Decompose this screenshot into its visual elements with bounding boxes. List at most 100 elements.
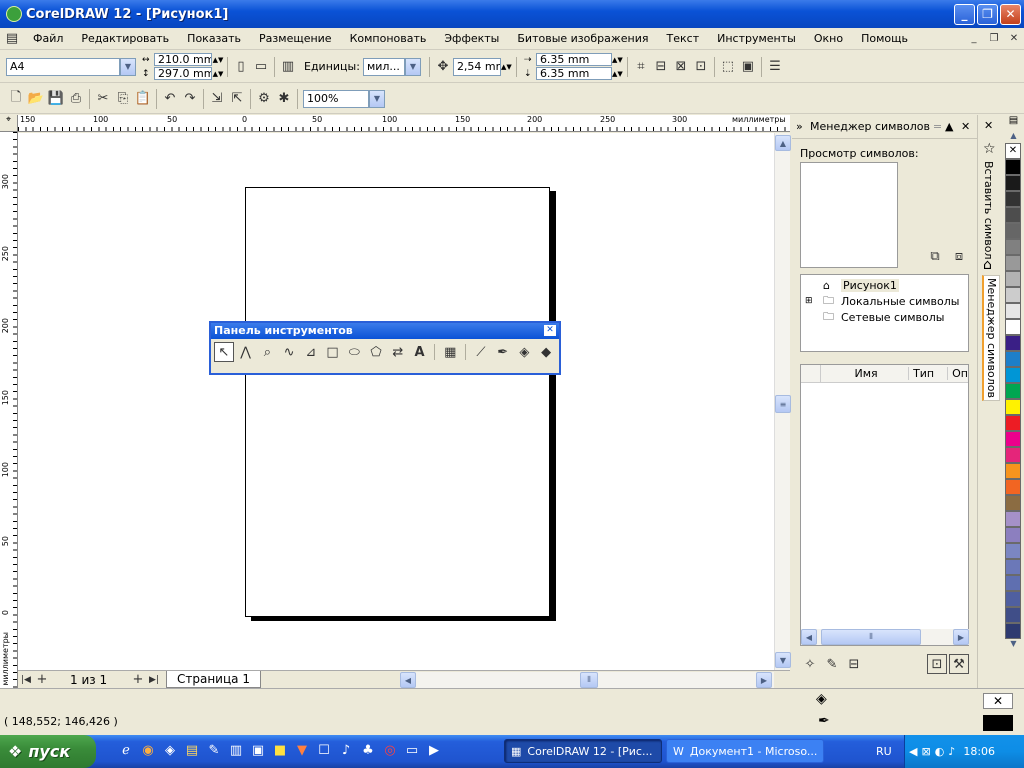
menu-arrange[interactable]: Компоновать	[341, 28, 436, 50]
color-swatch[interactable]	[1005, 223, 1021, 239]
scroll-thumb[interactable]: ⦀	[821, 629, 921, 645]
page-height-field[interactable]: 297.0 mm	[154, 67, 212, 80]
menu-effects[interactable]: Эффекты	[435, 28, 508, 50]
no-color-swatch[interactable]: ✕	[1005, 143, 1021, 159]
rectangle-tool-icon[interactable]: □	[323, 342, 343, 362]
snap-guides-icon[interactable]: ⊟	[651, 57, 671, 77]
scroll-left-icon[interactable]: ◀	[801, 629, 817, 645]
eyedropper-icon[interactable]: ⟋	[471, 342, 491, 362]
new-symbol-icon[interactable]: ✧	[800, 654, 820, 674]
app-icon[interactable]: ▼	[292, 740, 312, 760]
color-swatch[interactable]	[1005, 511, 1021, 527]
save-icon[interactable]: ▣	[248, 740, 268, 760]
units-select[interactable]: мил...	[362, 57, 405, 76]
tab-insert-symbol[interactable]: Вставить символ	[982, 161, 995, 260]
color-swatch[interactable]	[1005, 383, 1021, 399]
portrait-icon[interactable]: ▯	[231, 57, 251, 77]
taskbar-button-coreldraw[interactable]: ▦ CorelDRAW 12 - [Рис...	[504, 739, 662, 763]
spinner-icon[interactable]: ▲▼	[212, 70, 224, 78]
color-swatch[interactable]	[1005, 271, 1021, 287]
security-icon[interactable]: ◐	[935, 745, 945, 758]
toolbox-close-button[interactable]: ✕	[544, 325, 556, 336]
horizontal-ruler[interactable]: 150 100 50 0 50 100 150 200 250 300 милл…	[18, 115, 790, 132]
scroll-up-icon[interactable]: ▲	[775, 135, 791, 151]
page-width-field[interactable]: 210.0 mm	[154, 53, 212, 66]
save-icon[interactable]: 💾	[46, 89, 66, 109]
fill-tool-icon[interactable]: ◈	[515, 342, 535, 362]
draw-tool-icon[interactable]: ▣	[738, 57, 758, 77]
outline-indicator-icon[interactable]: ✒	[818, 713, 830, 729]
docker-menu-icon[interactable]: ▲	[945, 115, 961, 139]
scroll-right-icon[interactable]: ▶	[953, 629, 969, 645]
ellipse-tool-icon[interactable]: ⬭	[344, 342, 364, 362]
scroll-left-icon[interactable]: ◀	[400, 672, 416, 688]
color-swatch[interactable]	[1005, 159, 1021, 175]
fill-indicator-icon[interactable]: ◈	[816, 691, 827, 707]
interactive-blend-icon[interactable]: ▦	[440, 342, 460, 362]
palette-scroll-down-icon[interactable]: ▼	[1003, 639, 1024, 651]
tree-item-network[interactable]: Сетевые символы	[841, 311, 944, 324]
color-swatch[interactable]	[1005, 175, 1021, 191]
application-launcher-icon[interactable]: ⚙	[254, 89, 274, 109]
spinner-icon[interactable]: ▲▼	[612, 70, 624, 78]
zoom-select[interactable]: 100%	[303, 89, 369, 108]
paste-icon[interactable]: 📋	[133, 89, 153, 109]
menu-help[interactable]: Помощь	[852, 28, 917, 50]
duplicate-x-field[interactable]: 6.35 mm	[535, 53, 612, 66]
menu-tools[interactable]: Инструменты	[708, 28, 805, 50]
taskbar-button-word[interactable]: W Документ1 - Microso...	[666, 739, 824, 763]
column-type[interactable]: Тип	[909, 367, 949, 380]
outline-tool-icon[interactable]: ✒	[493, 342, 513, 362]
color-swatch[interactable]	[1005, 335, 1021, 351]
color-swatch[interactable]	[1005, 607, 1021, 623]
document-icon[interactable]: ▤	[0, 29, 24, 49]
horizontal-scrollbar[interactable]: ◀ ⦀ ▶	[400, 672, 774, 688]
delete-symbol-icon[interactable]: ⊟	[844, 654, 864, 674]
docker-close-icon[interactable]: ✕	[961, 115, 977, 139]
zoom-tool-icon[interactable]: ⌕	[258, 342, 278, 362]
landscape-icon[interactable]: ▭	[251, 57, 271, 77]
add-page-after-icon[interactable]: +	[130, 670, 146, 690]
close-button[interactable]: ✕	[1000, 3, 1021, 25]
color-swatch[interactable]	[1005, 399, 1021, 415]
folder-icon[interactable]: ▤	[182, 740, 202, 760]
doc-minimize-button[interactable]: _	[964, 29, 984, 49]
restore-button[interactable]: ❐	[977, 3, 998, 25]
scroll-thumb[interactable]: ≡	[775, 395, 791, 413]
color-swatch[interactable]	[1005, 431, 1021, 447]
copy-icon[interactable]: ⎘	[113, 89, 133, 109]
nudge-field[interactable]: 2,54 mm	[452, 57, 501, 76]
color-swatch[interactable]	[1005, 415, 1021, 431]
menu-edit[interactable]: Редактировать	[72, 28, 178, 50]
color-swatch[interactable]	[1005, 591, 1021, 607]
ie-icon[interactable]: ℯ	[116, 740, 136, 760]
color-swatch[interactable]	[1005, 367, 1021, 383]
color-swatch[interactable]	[1005, 623, 1021, 639]
redo-icon[interactable]: ↷	[180, 89, 200, 109]
color-swatch[interactable]	[1005, 463, 1021, 479]
chevron-down-icon[interactable]: ▼	[120, 57, 136, 76]
new-document-icon[interactable]: 🗋	[6, 89, 26, 109]
export-icon[interactable]: ⇱	[227, 89, 247, 109]
column-name[interactable]: Имя	[821, 367, 910, 380]
color-swatch[interactable]	[1005, 207, 1021, 223]
palette-options-icon[interactable]: ▤	[1003, 115, 1024, 131]
palette-scroll-up-icon[interactable]: ▲	[1003, 131, 1024, 143]
menu-bitmaps[interactable]: Битовые изображения	[508, 28, 657, 50]
color-swatch[interactable]	[1005, 527, 1021, 543]
color-swatch[interactable]	[1005, 447, 1021, 463]
symbol-properties-icon[interactable]: ⚒	[949, 654, 969, 674]
ruler-corner[interactable]: ⌖	[0, 115, 18, 132]
treat-as-filled-icon[interactable]: ⬚	[718, 57, 738, 77]
dynamic-guides-icon[interactable]: ⊡	[691, 57, 711, 77]
doc-restore-button[interactable]: ❐	[984, 29, 1004, 49]
app-icon[interactable]: ♣	[358, 740, 378, 760]
doc-close-button[interactable]: ✕	[1004, 29, 1024, 49]
open-icon[interactable]: 📂	[26, 89, 46, 109]
color-swatch[interactable]	[1005, 479, 1021, 495]
vertical-scrollbar[interactable]: ▲ ≡ ▼	[774, 133, 791, 670]
undo-icon[interactable]: ↶	[160, 89, 180, 109]
floating-toolbox[interactable]: Панель инструментов ✕ ↖ ⋀ ⌕ ∿ ⊿ □ ⬭ ⬠ ⇄ A…	[209, 321, 561, 375]
app-icon[interactable]: ☐	[314, 740, 334, 760]
print-icon[interactable]: ⎙	[66, 89, 86, 109]
